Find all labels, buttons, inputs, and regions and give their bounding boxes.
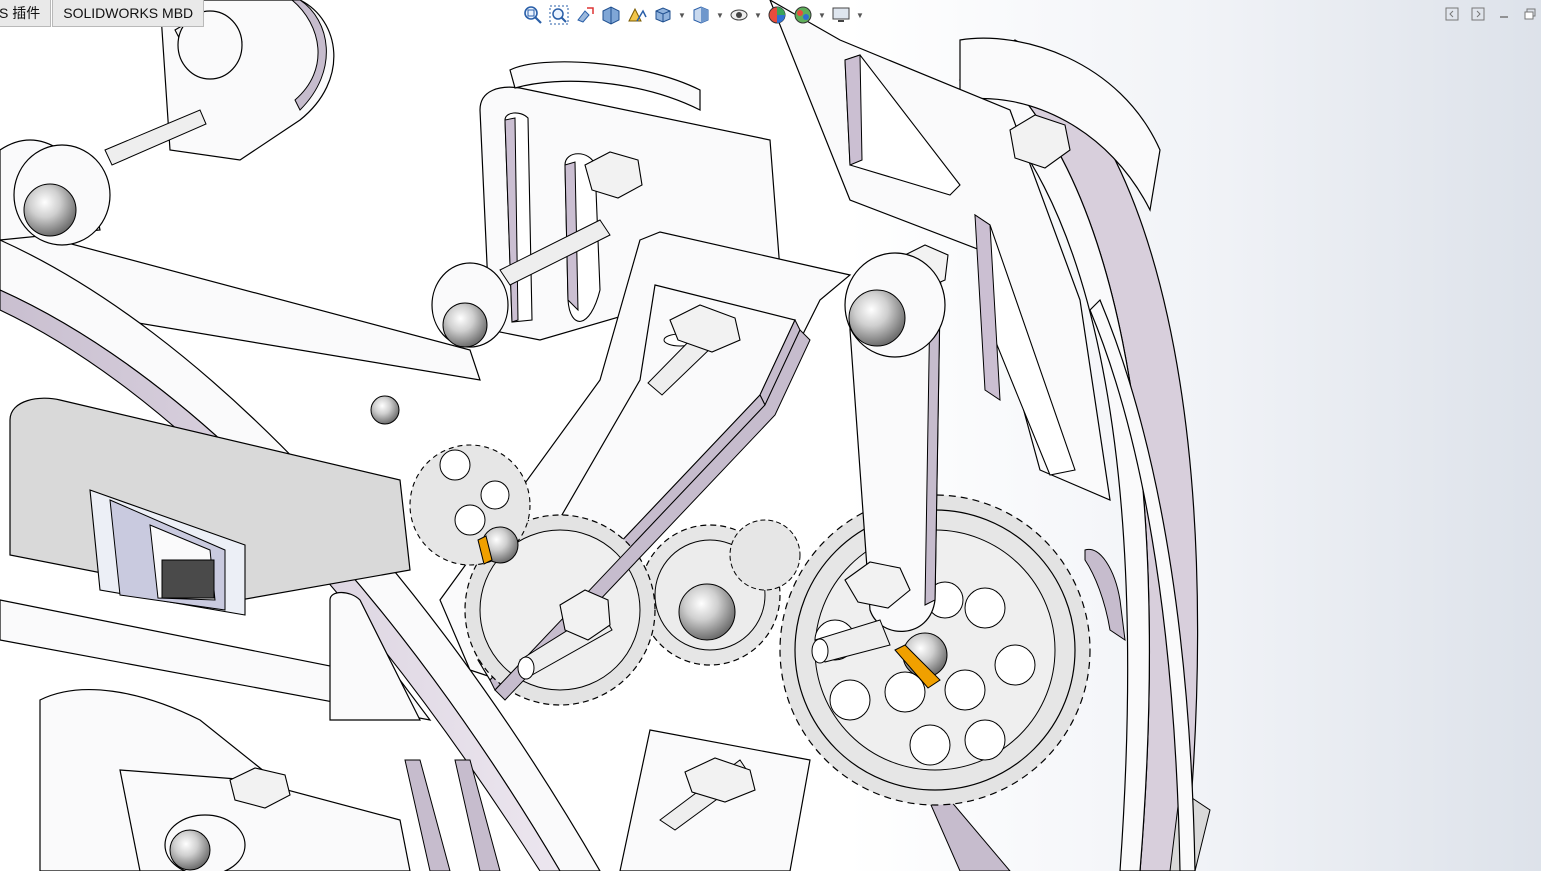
minimize-icon[interactable] [1493,5,1515,23]
chevron-down-icon[interactable]: ▼ [716,4,724,26]
chevron-down-icon[interactable]: ▼ [754,4,762,26]
tab-addins[interactable]: S 插件 [0,0,52,27]
tile-right-icon[interactable] [1467,5,1489,23]
graphics-area[interactable] [0,0,1541,871]
section-view-icon[interactable] [600,4,622,26]
chevron-down-icon[interactable]: ▼ [856,4,864,26]
zoom-to-area-icon[interactable] [548,4,570,26]
solidworks-window: S 插件 SOLIDWORKS MBD ▼ ▼ ▼ ▼ ▼ [0,0,1541,871]
edit-appearance-icon[interactable] [766,4,788,26]
display-style-icon[interactable] [690,4,712,26]
command-manager-tabs: S 插件 SOLIDWORKS MBD [0,0,205,27]
hide-show-items-icon[interactable] [728,4,750,26]
view-settings-icon[interactable] [830,4,852,26]
restore-icon[interactable] [1519,5,1541,23]
heads-up-view-toolbar: ▼ ▼ ▼ ▼ ▼ [522,3,868,27]
zoom-to-fit-icon[interactable] [522,4,544,26]
document-window-controls [1437,4,1541,24]
chevron-down-icon[interactable]: ▼ [818,4,826,26]
view-orientation-icon[interactable] [652,4,674,26]
previous-view-icon[interactable] [574,4,596,26]
chevron-down-icon[interactable]: ▼ [678,4,686,26]
dynamic-annotation-views-icon[interactable] [626,4,648,26]
tab-solidworks-mbd[interactable]: SOLIDWORKS MBD [52,0,205,27]
apply-scene-icon[interactable] [792,4,814,26]
cad-model-render [0,0,1211,871]
tile-left-icon[interactable] [1441,5,1463,23]
